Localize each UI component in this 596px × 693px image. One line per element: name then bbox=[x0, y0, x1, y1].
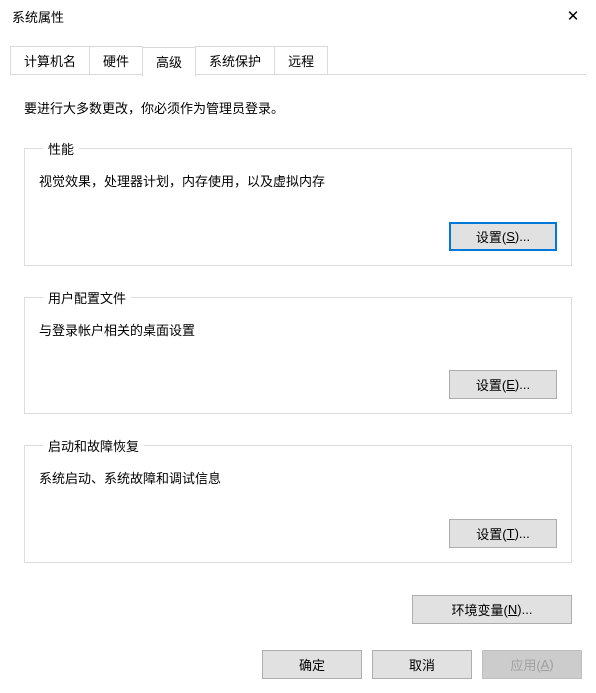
tab-content-advanced: 要进行大多数更改，你必须作为管理员登录。 性能 视觉效果，处理器计划，内存使用，… bbox=[0, 76, 596, 595]
group-performance-desc: 视觉效果，处理器计划，内存使用，以及虚拟内存 bbox=[39, 172, 557, 192]
group-user-profiles-legend: 用户配置文件 bbox=[43, 288, 131, 307]
tab-remote[interactable]: 远程 bbox=[274, 46, 328, 75]
titlebar: 系统属性 ✕ bbox=[0, 0, 596, 32]
tab-strip: 计算机名 硬件 高级 系统保护 远程 bbox=[10, 46, 586, 75]
group-startup-recovery-desc: 系统启动、系统故障和调试信息 bbox=[39, 469, 557, 489]
env-row: 环境变量(N)... bbox=[0, 595, 596, 624]
tab-advanced[interactable]: 高级 bbox=[142, 47, 196, 77]
window-title: 系统属性 bbox=[12, 7, 64, 26]
tab-system-protection[interactable]: 系统保护 bbox=[195, 46, 275, 75]
environment-variables-button[interactable]: 环境变量(N)... bbox=[412, 595, 572, 624]
ok-button[interactable]: 确定 bbox=[262, 650, 362, 679]
group-startup-recovery-legend: 启动和故障恢复 bbox=[43, 436, 144, 455]
group-startup-recovery: 启动和故障恢复 系统启动、系统故障和调试信息 设置(T)... bbox=[24, 436, 572, 563]
performance-settings-button[interactable]: 设置(S)... bbox=[449, 222, 557, 251]
tab-computer-name[interactable]: 计算机名 bbox=[10, 46, 90, 75]
dialog-buttons: 确定 取消 应用(A) bbox=[262, 650, 582, 679]
tab-hardware[interactable]: 硬件 bbox=[89, 46, 143, 75]
group-performance: 性能 视觉效果，处理器计划，内存使用，以及虚拟内存 设置(S)... bbox=[24, 139, 572, 266]
group-user-profiles-desc: 与登录帐户相关的桌面设置 bbox=[39, 321, 557, 341]
group-performance-legend: 性能 bbox=[43, 139, 79, 158]
admin-notice: 要进行大多数更改，你必须作为管理员登录。 bbox=[24, 98, 572, 117]
close-icon[interactable]: ✕ bbox=[550, 0, 596, 32]
cancel-button[interactable]: 取消 bbox=[372, 650, 472, 679]
apply-button: 应用(A) bbox=[482, 650, 582, 679]
group-user-profiles: 用户配置文件 与登录帐户相关的桌面设置 设置(E)... bbox=[24, 288, 572, 415]
startup-recovery-settings-button[interactable]: 设置(T)... bbox=[449, 519, 557, 548]
user-profiles-settings-button[interactable]: 设置(E)... bbox=[449, 370, 557, 399]
